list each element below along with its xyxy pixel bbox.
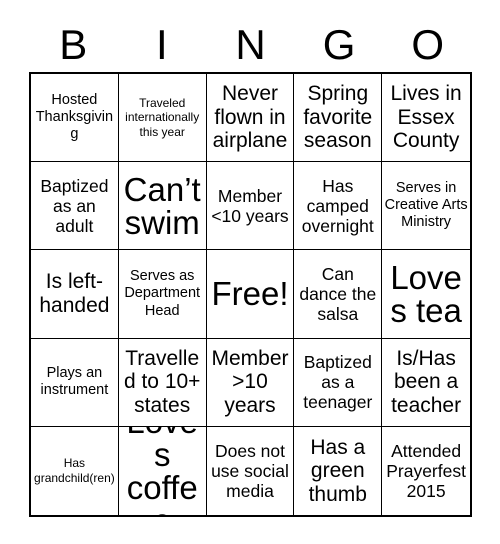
bingo-cell-label: Travelled to 10+ states <box>123 346 201 417</box>
bingo-cell[interactable]: Does not use social media <box>206 426 295 515</box>
bingo-cell-label: Serves in Creative Arts Ministry <box>384 180 468 231</box>
bingo-cell[interactable]: Member >10 years <box>206 338 295 427</box>
bingo-cell-label: Can dance the salsa <box>299 263 377 325</box>
bingo-cell-label: Hosted Thanksgiving <box>35 91 114 143</box>
bingo-cell[interactable]: Attended Prayerfest 2015 <box>382 426 470 515</box>
bingo-cell[interactable]: Loves tea <box>382 250 470 339</box>
bingo-grid: Hosted Thanksgiving Traveled internationa… <box>29 72 472 517</box>
bingo-cell-label: Spring favorite season <box>303 82 373 153</box>
header-letter-b: B <box>59 21 88 68</box>
bingo-cell-label: Loves tea <box>390 258 462 329</box>
header-letter-n: N <box>235 21 266 68</box>
bingo-cell-label: Plays an instrument <box>40 365 109 399</box>
bingo-cell-label: Traveled internationally this year <box>125 95 200 139</box>
bingo-cell[interactable]: Plays an instrument <box>31 338 119 427</box>
bingo-cell[interactable]: Serves in Creative Arts Ministry <box>382 162 470 251</box>
bingo-cell[interactable]: Is left-handed <box>31 250 119 339</box>
bingo-cell-label: Is/Has been a teacher <box>391 346 462 417</box>
bingo-cell-label: Has grandchild(ren) <box>34 456 115 485</box>
bingo-cell[interactable]: Baptized as an adult <box>31 162 119 251</box>
bingo-cell-label: Lives in Essex County <box>390 82 462 153</box>
bingo-cell-label: Serves as Department Head <box>124 268 201 319</box>
bingo-cell-label: Attended Prayerfest 2015 <box>386 440 466 501</box>
header-letter-o: O <box>411 21 444 68</box>
header-letter-g: G <box>322 21 356 68</box>
bingo-card: B I N G O Hosted Thanksgiving Traveled in… <box>0 0 500 544</box>
bingo-cell[interactable]: Traveled internationally this year <box>118 74 207 163</box>
bingo-cell-label: Has a green thumb <box>308 435 367 506</box>
bingo-cell-label: Baptized as an adult <box>40 175 109 236</box>
bingo-cell[interactable]: Baptized as a teenager <box>294 338 383 427</box>
header-letter-i: I <box>156 21 168 68</box>
bingo-cell-label: Can’t swim <box>123 170 201 241</box>
bingo-cell-label: Member >10 years <box>211 346 289 417</box>
bingo-cell[interactable]: Spring favorite season <box>294 74 383 163</box>
bingo-cell[interactable]: Has camped overnight <box>294 162 383 251</box>
bingo-cell[interactable]: Travelled to 10+ states <box>118 338 207 427</box>
bingo-header: B I N G O <box>29 18 472 72</box>
bingo-cell-label: Has camped overnight <box>301 175 374 236</box>
bingo-cell[interactable]: Can’t swim <box>118 162 207 251</box>
bingo-cell[interactable]: Serves as Department Head <box>118 250 207 339</box>
bingo-free-space[interactable]: Free! <box>206 250 295 339</box>
bingo-cell[interactable]: Has grandchild(ren) <box>31 426 119 515</box>
bingo-cell-label: Member <10 years <box>211 185 289 226</box>
bingo-cell[interactable]: Lives in Essex County <box>382 74 470 163</box>
bingo-cell-label: Does not use social media <box>211 440 289 501</box>
bingo-cell[interactable]: Never flown in airplane <box>206 74 295 163</box>
bingo-cell[interactable]: Has a green thumb <box>294 426 383 515</box>
bingo-cell[interactable]: Is/Has been a teacher <box>382 338 470 427</box>
bingo-cell[interactable]: Member <10 years <box>206 162 295 251</box>
bingo-cell[interactable]: Loves coffee <box>118 426 207 515</box>
bingo-cell-label: Free! <box>211 275 289 313</box>
bingo-cell-label: Is left-handed <box>39 270 110 317</box>
bingo-cell-label: Baptized as a teenager <box>303 352 373 413</box>
bingo-cell[interactable]: Can dance the salsa <box>294 250 383 339</box>
bingo-cell-label: Never flown in airplane <box>212 82 288 153</box>
bingo-cell[interactable]: Hosted Thanksgiving <box>31 74 119 163</box>
bingo-cell-label: Loves coffee <box>126 427 198 515</box>
